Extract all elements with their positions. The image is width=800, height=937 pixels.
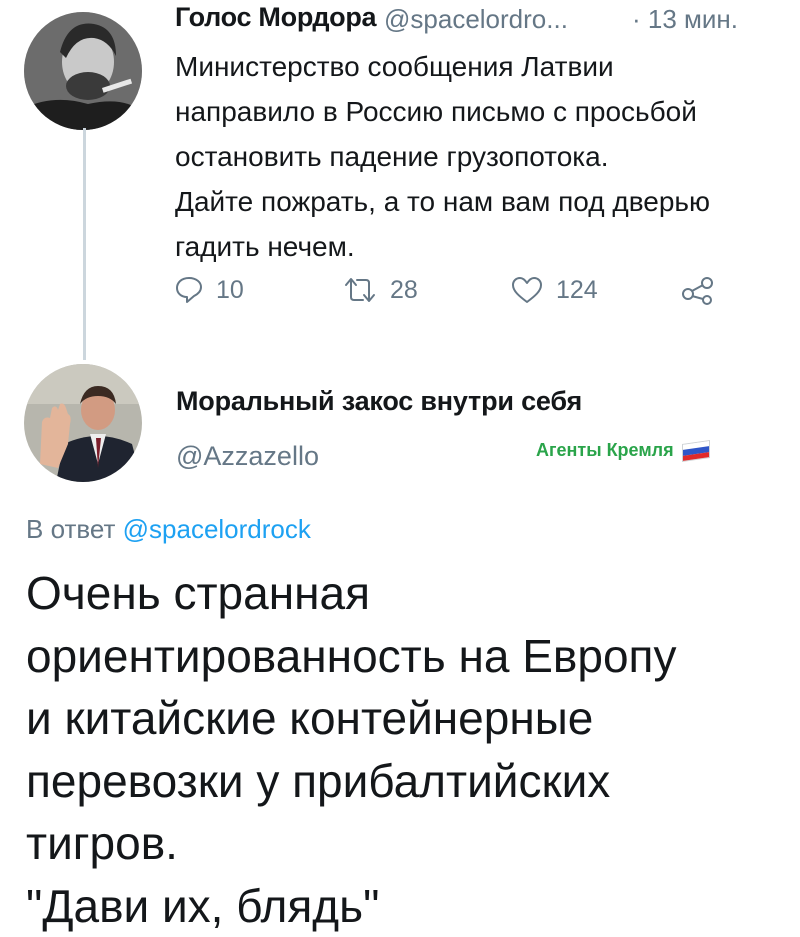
reply-text-line: тигров. [26,812,800,875]
share-button[interactable] [680,275,716,305]
author-handle[interactable]: @spacelordro... [384,4,568,35]
tweet-text: Министерство сообщения Латвии направило … [175,44,800,269]
reply-text-line: ориентированность на Европу [26,625,800,688]
tweet-text-line: Дайте пожрать, а то нам вам под дверью [175,179,800,224]
reply-count: 10 [216,276,244,305]
retweet-button[interactable]: 28 [342,275,418,305]
tweet-timestamp[interactable]: · 13 мин. [632,4,738,35]
reply-author-handle[interactable]: @Azzazello [176,441,319,472]
tweet-text-line: гадить нечем. [175,224,800,269]
avatar[interactable] [24,12,142,130]
reply-text-line: перевозки у прибалтийских [26,750,800,813]
reply-button[interactable]: 10 [174,275,244,305]
like-count: 124 [556,276,598,305]
reply-avatar-photo [24,364,142,482]
reply-text-line: "Дави их, блядь" [26,875,800,937]
avatar-photo [24,12,142,130]
reply-to-handle-link[interactable]: @spacelordrock [123,514,311,544]
tweet-text-line: Министерство сообщения Латвии [175,44,800,89]
tweet-text-line: направило в Россию письмо с просьбой [175,89,800,134]
retweet-icon [342,275,378,305]
reply-to-prefix: В ответ [26,514,115,544]
badge-label: Агенты Кремля [536,440,674,461]
heart-icon [510,275,544,305]
status-badge: Агенты Кремля [536,440,710,461]
reply-text-line: и китайские контейнерные [26,687,800,750]
reply-to-line: В ответ @spacelordrock [26,514,311,545]
tweet-text-line: остановить падение грузопотока. [175,134,800,179]
reply-text: Очень странная ориентированность на Евро… [26,562,800,937]
retweet-count: 28 [390,276,418,305]
reply-author-name[interactable]: Моральный закос внутри себя [176,386,582,417]
share-icon [680,275,716,305]
thread-line [83,128,86,360]
russia-flag-icon [682,440,710,462]
like-button[interactable]: 124 [510,275,598,305]
author-name[interactable]: Голос Мордора [175,2,376,33]
reply-icon [174,275,204,305]
reply-avatar[interactable] [24,364,142,482]
reply-text-line: Очень странная [26,562,800,625]
